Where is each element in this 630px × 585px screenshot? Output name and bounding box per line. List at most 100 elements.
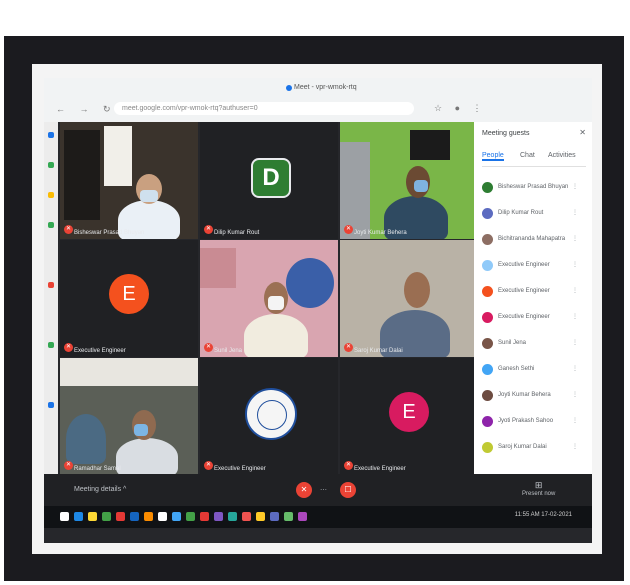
camera-toggle-button[interactable]: ☐	[340, 482, 356, 498]
side-app-icon[interactable]	[48, 132, 54, 138]
video-tile[interactable]: D ✕ Dilip Kumar Rout	[200, 122, 338, 239]
side-app-icon[interactable]	[48, 162, 54, 168]
mic-off-icon: ✕	[204, 225, 213, 234]
taskbar-app-icon[interactable]	[102, 512, 111, 521]
browser-extension-icons[interactable]: ☆ ● ⋮	[434, 103, 487, 114]
more-options-icon[interactable]: ⋮	[572, 261, 578, 268]
more-options-icon[interactable]: ⋮	[572, 183, 578, 190]
present-now-label: Present now	[522, 491, 556, 497]
taskbar-app-icon[interactable]	[298, 512, 307, 521]
participant-avatar-icon	[482, 208, 493, 219]
face-mask	[140, 190, 158, 202]
hangup-button[interactable]: ⋯	[320, 486, 327, 494]
more-options-icon[interactable]: ⋮	[572, 365, 578, 372]
panel-title: Meeting guests	[482, 130, 530, 137]
more-options-icon[interactable]: ⋮	[572, 235, 578, 242]
taskbar-app-icon[interactable]	[186, 512, 195, 521]
side-app-icon[interactable]	[48, 192, 54, 198]
taskbar-app-icon[interactable]	[60, 512, 69, 521]
mic-off-icon: ✕	[344, 343, 353, 352]
taskbar-app-icon[interactable]	[284, 512, 293, 521]
video-tile[interactable]: E ✕ Executive Engineer	[340, 358, 478, 475]
participant-row[interactable]: Executive Engineer ⋮	[482, 258, 586, 274]
participant-row[interactable]: Jyoti Prakash Sahoo ⋮	[482, 414, 586, 430]
participant-name: Executive Engineer	[354, 466, 406, 472]
address-bar[interactable]: meet.google.com/vpr-wmok-rtq?authuser=0	[114, 102, 414, 115]
present-now-button[interactable]: ⊞ Present now	[522, 480, 555, 497]
video-tile[interactable]: ✕ Saroj Kumar Dalai	[340, 240, 478, 357]
video-tile[interactable]: ✕ Executive Engineer	[200, 358, 338, 475]
side-app-icon[interactable]	[48, 222, 54, 228]
meeting-details-button[interactable]: Meeting details ^	[74, 486, 126, 493]
participant-row-name: Ganesh Sethi	[498, 366, 535, 372]
close-icon[interactable]: ✕	[579, 128, 586, 137]
participant-avatar-icon	[482, 234, 493, 245]
more-options-icon[interactable]: ⋮	[572, 443, 578, 450]
participant-row[interactable]: Executive Engineer ⋮	[482, 310, 586, 326]
participant-name: Joyti Kumar Behera	[354, 230, 407, 236]
participant-row[interactable]: Sunil Jena ⋮	[482, 336, 586, 352]
more-options-icon[interactable]: ⋮	[572, 339, 578, 346]
video-tile[interactable]: ✕ Ramadhar Samal	[60, 358, 198, 475]
tile-name-bar: ✕ Executive Engineer	[64, 343, 126, 354]
tv-screen	[410, 130, 450, 160]
video-tile[interactable]: ✕ Sunil Jena	[200, 240, 338, 357]
taskbar-app-icon[interactable]	[256, 512, 265, 521]
participant-row-name: Sunil Jena	[498, 340, 527, 346]
more-options-icon[interactable]: ⋮	[572, 417, 578, 424]
participant-avatar-icon	[482, 442, 493, 453]
taskbar-app-icon[interactable]	[214, 512, 223, 521]
browser-tab[interactable]: Meet - vpr-wmok-rtq	[294, 84, 357, 91]
mic-toggle-button[interactable]: ✕	[296, 482, 312, 498]
participant-avatar: E	[109, 274, 149, 314]
participant-avatar-icon	[482, 286, 493, 297]
side-app-icon[interactable]	[48, 342, 54, 348]
more-options-icon[interactable]: ⋮	[572, 313, 578, 320]
participant-avatar-icon	[482, 416, 493, 427]
ceiling-shape	[60, 358, 198, 386]
taskbar-app-icon[interactable]	[172, 512, 181, 521]
taskbar-app-icon[interactable]	[130, 512, 139, 521]
video-tile[interactable]: ✕ Bisheswar Prasad Bhuyan	[60, 122, 198, 239]
tile-name-bar: ✕ Executive Engineer	[344, 461, 406, 472]
taskbar-app-icon[interactable]	[200, 512, 209, 521]
participant-row[interactable]: Bichitrananda Mahapatra ⋮	[482, 232, 586, 248]
participant-name: Executive Engineer	[74, 348, 126, 354]
video-tile[interactable]: ✕ Joyti Kumar Behera	[340, 122, 478, 239]
side-app-icon[interactable]	[48, 402, 54, 408]
video-tile[interactable]: E ✕ Executive Engineer	[60, 240, 198, 357]
more-options-icon[interactable]: ⋮	[572, 391, 578, 398]
participant-row-name: Executive Engineer	[498, 262, 550, 268]
participant-row[interactable]: Executive Engineer ⋮	[482, 284, 586, 300]
browser-nav-icons[interactable]: ← → ↻	[56, 104, 117, 115]
taskbar-clock[interactable]: 11:55 AM 17-02-2021	[515, 512, 572, 518]
tile-name-bar: ✕ Ramadhar Samal	[64, 461, 121, 472]
participant-head	[404, 272, 430, 308]
participant-row[interactable]: Joyti Kumar Behera ⋮	[482, 388, 586, 404]
panel-tabs: People Chat Activities	[482, 152, 586, 167]
participant-row[interactable]: Dilip Kumar Rout ⋮	[482, 206, 586, 222]
taskbar-app-icon[interactable]	[88, 512, 97, 521]
side-app-icon[interactable]	[48, 282, 54, 288]
participant-row[interactable]: Saroj Kumar Dalai ⋮	[482, 440, 586, 456]
mic-off-icon: ✕	[344, 461, 353, 470]
taskbar-app-icon[interactable]	[158, 512, 167, 521]
participant-row[interactable]: Bisheswar Prasad Bhuyan ⋮	[482, 180, 586, 196]
more-options-icon[interactable]: ⋮	[572, 287, 578, 294]
taskbar-app-icon[interactable]	[74, 512, 83, 521]
tab-activities[interactable]: Activities	[548, 152, 576, 159]
cupboard-shape	[340, 142, 370, 239]
more-options-icon[interactable]: ⋮	[572, 209, 578, 216]
taskbar-app-icon[interactable]	[144, 512, 153, 521]
taskbar-app-icon[interactable]	[116, 512, 125, 521]
tab-chat[interactable]: Chat	[520, 152, 535, 159]
tab-people[interactable]: People	[482, 152, 504, 161]
taskbar-app-icon[interactable]	[242, 512, 251, 521]
participant-row[interactable]: Ganesh Sethi ⋮	[482, 362, 586, 378]
tile-name-bar: ✕ Bisheswar Prasad Bhuyan	[64, 225, 144, 236]
taskbar-app-icon[interactable]	[270, 512, 279, 521]
taskbar-app-icon[interactable]	[228, 512, 237, 521]
participant-body	[66, 414, 106, 464]
browser-side-strip	[44, 122, 58, 492]
tile-name-bar: ✕ Sunil Jena	[204, 343, 242, 354]
